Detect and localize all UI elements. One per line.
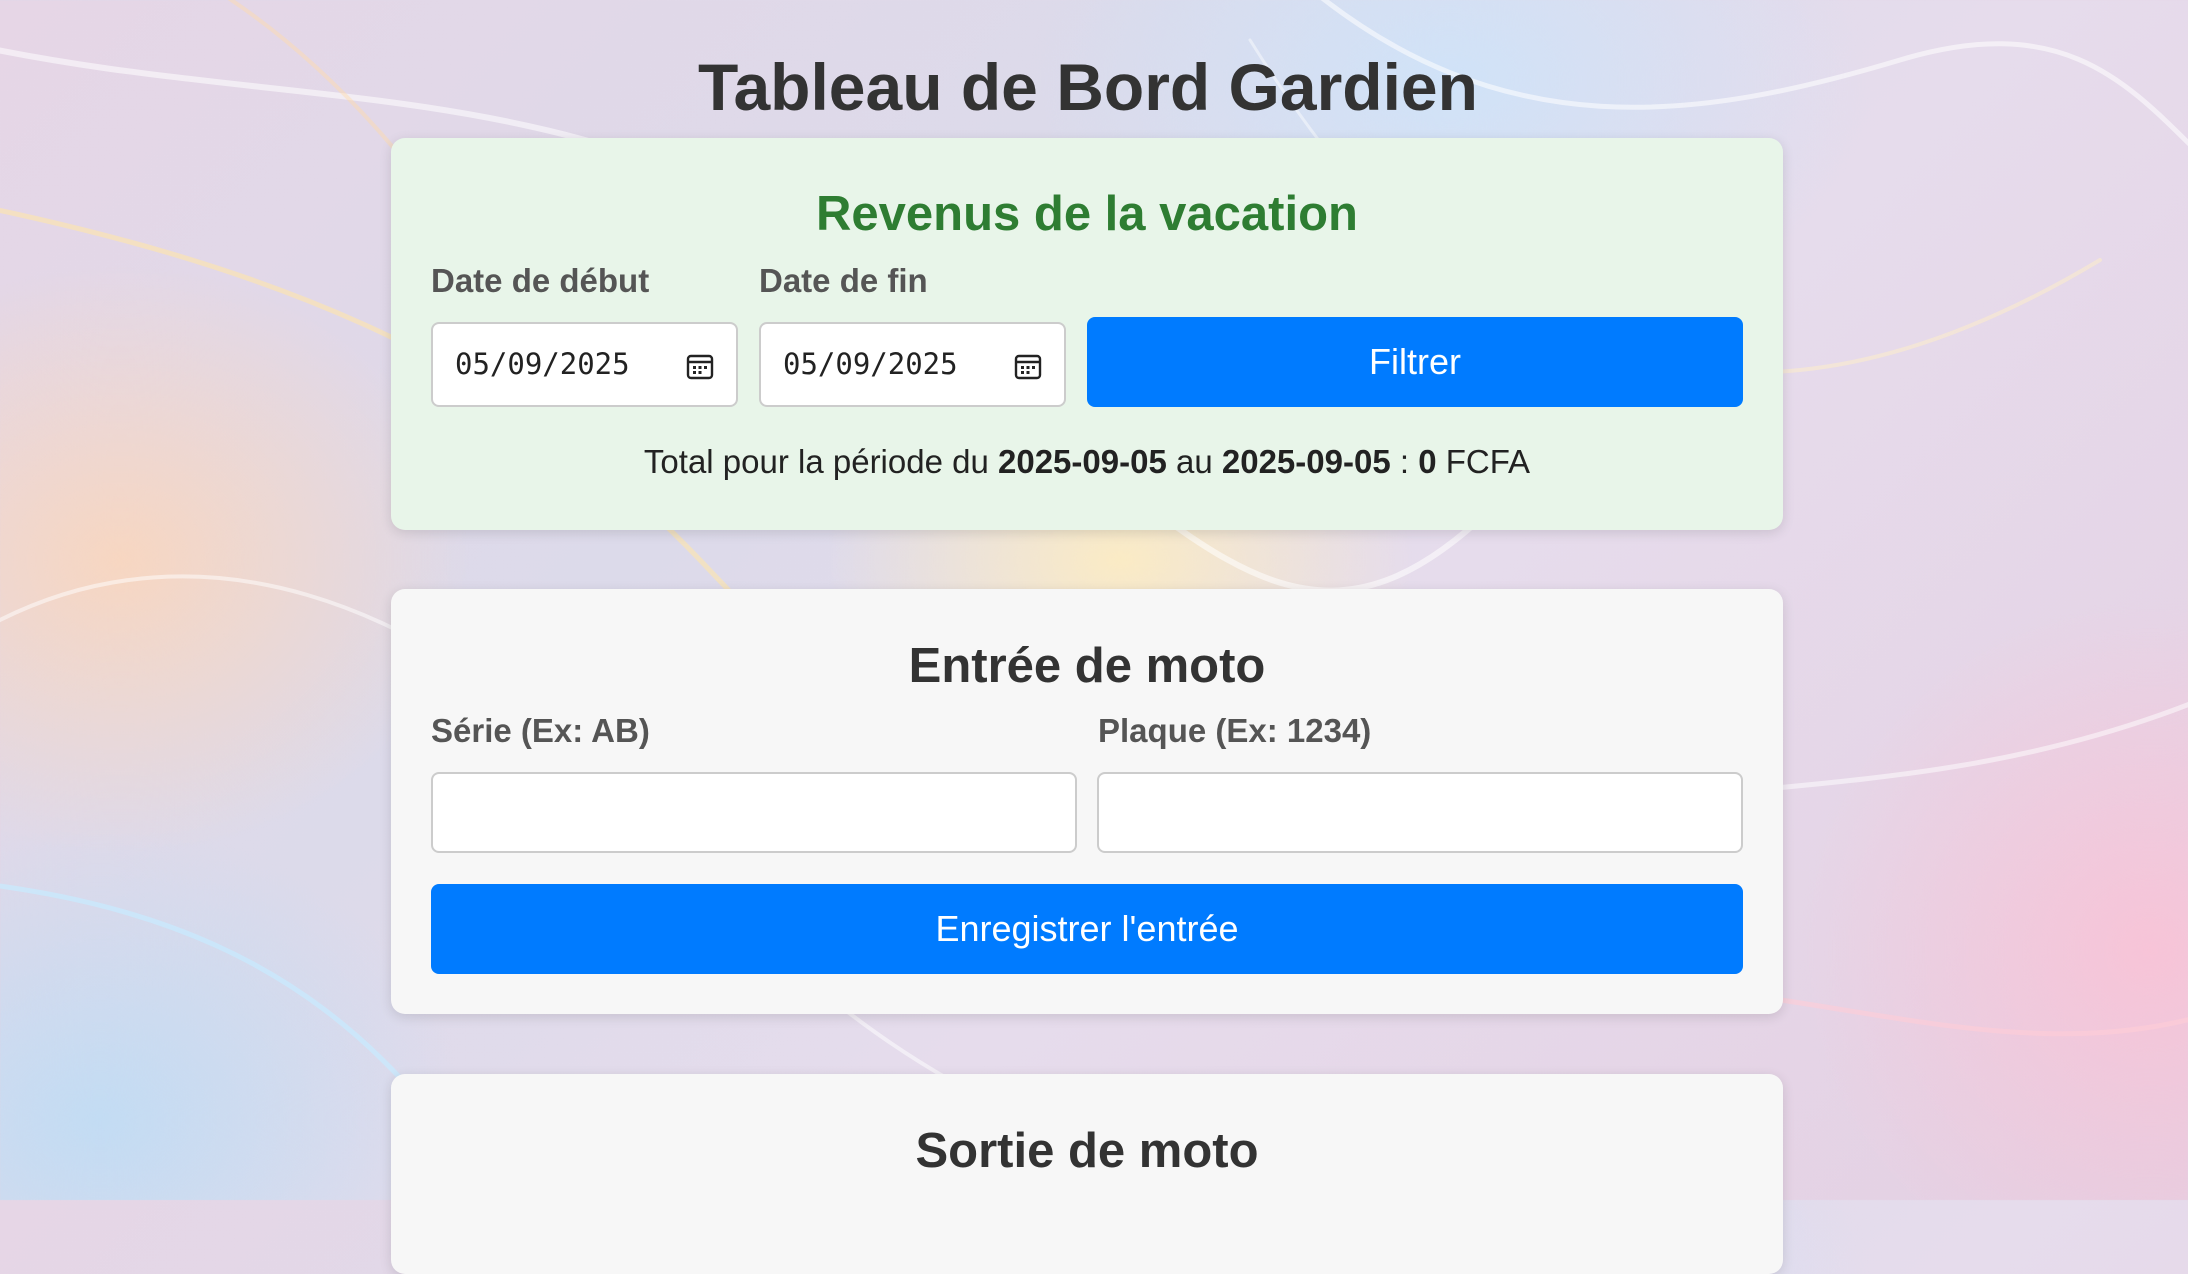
total-amount: 0 <box>1418 443 1437 480</box>
plate-label: Plaque (Ex: 1234) <box>1098 712 1372 749</box>
start-date-input[interactable]: 05/09/2025 <box>431 322 738 407</box>
start-date-label: Date de début <box>431 262 650 299</box>
plate-input[interactable] <box>1097 772 1743 853</box>
calendar-icon[interactable] <box>1013 351 1043 381</box>
total-to-date: 2025-09-05 <box>1221 443 1391 480</box>
start-date-value: 05/09/2025 <box>455 347 630 381</box>
series-label: Série (Ex: AB) <box>431 712 650 749</box>
calendar-icon[interactable] <box>685 351 715 381</box>
total-colon: : <box>1399 443 1410 480</box>
end-date-value: 05/09/2025 <box>783 347 958 381</box>
entry-heading: Entrée de moto <box>908 639 1266 693</box>
exit-heading: Sortie de moto <box>915 1124 1259 1178</box>
revenue-heading: Revenus de la vacation <box>816 187 1358 241</box>
end-date-label: Date de fin <box>759 262 928 299</box>
series-input[interactable] <box>431 772 1077 853</box>
total-prefix: Total pour la période du <box>643 443 989 480</box>
filter-button[interactable]: Filtrer <box>1087 317 1743 407</box>
register-entry-button[interactable]: Enregistrer l'entrée <box>431 884 1743 974</box>
total-mid: au <box>1175 443 1213 480</box>
period-total: Total pour la période du 2025-09-05 au 2… <box>391 442 1783 482</box>
end-date-input[interactable]: 05/09/2025 <box>759 322 1066 407</box>
total-from-date: 2025-09-05 <box>998 443 1167 480</box>
total-currency: FCFA <box>1445 443 1531 480</box>
page-title: Tableau de Bord Gardien <box>698 50 1478 124</box>
